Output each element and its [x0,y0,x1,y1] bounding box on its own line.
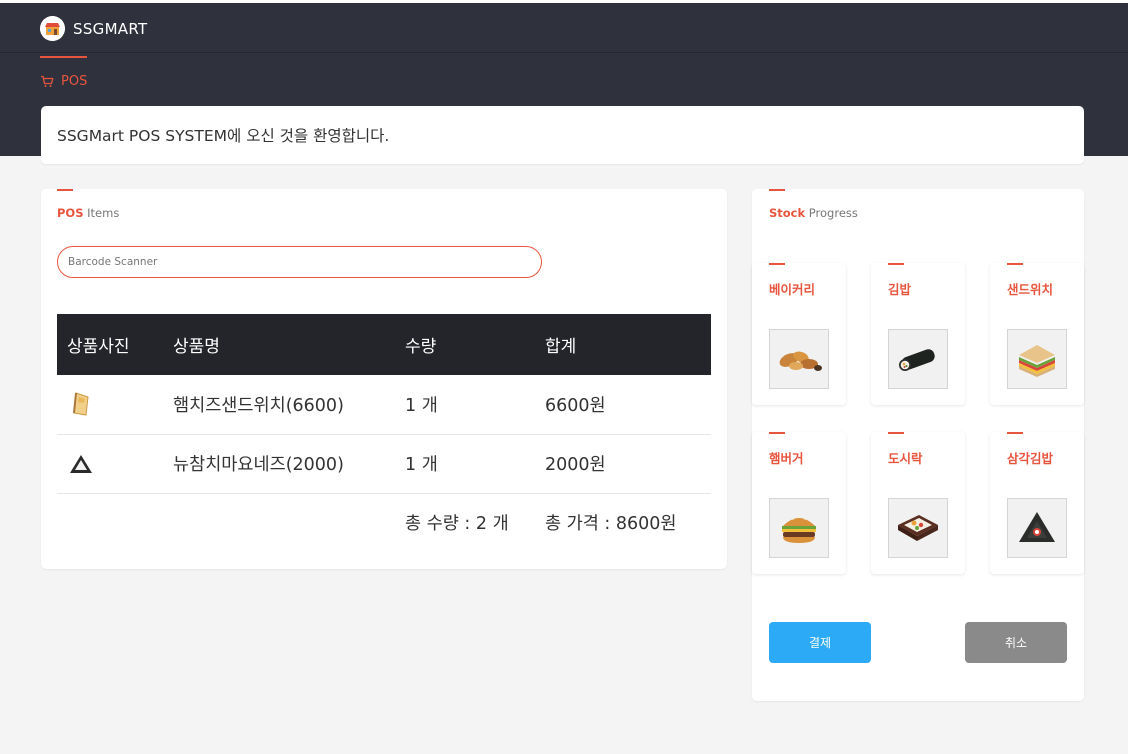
column-header-photo: 상품사진 [67,337,130,357]
cart-icon [40,75,54,88]
bakery-icon [769,329,829,389]
welcome-message: SSGMart POS SYSTEM에 오신 것을 환영합니다. [57,127,390,145]
table-row[interactable]: 햄치즈샌드위치(6600) 1 개 6600원 [57,375,711,435]
stock-title-bold: Stock [769,206,806,220]
stock-item-sandwich[interactable]: 샌드위치 [990,263,1084,405]
lunchbox-icon [888,498,948,558]
product-photo-cell [57,375,163,435]
kimbap-icon [888,329,948,389]
stock-progress-title: Stock Progress [769,206,858,220]
card-accent [769,189,785,191]
stock-item-bakery[interactable]: 베이커리 [752,263,846,405]
column-header-qty: 수량 [405,337,437,357]
sandwich-slice-icon [67,390,95,418]
tab-pos-label: POS [61,73,88,89]
tab-pos[interactable]: POS [40,56,88,104]
stock-progress-card: Stock Progress 베이커리 김밥 샌드위치 햄버거 도시락 삼각김밥… [752,189,1084,701]
pos-items-table: 상품사진 상품명 수량 합계 햄치즈샌드위치(6600) 1 개 6600원 뉴… [57,314,711,552]
welcome-banner: SSGMart POS SYSTEM에 오신 것을 환영합니다. [41,106,1084,164]
stock-item-label: 김밥 [888,282,912,297]
stock-item-hamburger[interactable]: 햄버거 [752,432,846,574]
pay-button[interactable]: 결제 [769,622,871,663]
pos-title-bold: POS [57,206,84,220]
pos-items-title: POS Items [57,206,119,220]
product-photo-cell [57,434,163,494]
product-name: 햄치즈샌드위치(6600) [163,375,395,435]
brand[interactable]: SSGMART [40,16,147,41]
stock-item-label: 베이커리 [769,282,816,297]
product-sum: 6600원 [535,375,711,435]
cancel-button[interactable]: 취소 [965,622,1067,663]
total-quantity: 총 수량 : 2 개 [405,514,509,535]
table-row[interactable]: 뉴참치마요네즈(2000) 1 개 2000원 [57,434,711,494]
sandwich-icon [1007,329,1067,389]
column-header-sum: 합계 [545,337,577,357]
total-price: 총 가격 : 8600원 [545,514,677,535]
barcode-scanner-input[interactable] [57,246,542,278]
pos-items-card: POS Items 상품사진 상품명 수량 합계 [41,189,727,569]
stock-title-rest: Progress [805,206,858,220]
brand-name: SSGMART [73,19,148,38]
stock-item-label: 햄버거 [769,451,804,466]
stock-item-label: 도시락 [888,451,923,466]
product-qty: 1 개 [395,434,535,494]
store-logo-icon [40,16,65,41]
stock-item-lunchbox[interactable]: 도시락 [871,432,965,574]
total-row: 총 수량 : 2 개 총 가격 : 8600원 [57,493,711,552]
stock-item-label: 삼각김밥 [1007,451,1054,466]
triangle-kimbap-icon [67,450,95,478]
pos-title-rest: Items [83,206,120,220]
hamburger-icon [769,498,829,558]
product-qty: 1 개 [395,375,535,435]
product-name: 뉴참치마요네즈(2000) [163,434,395,494]
table-header-row: 상품사진 상품명 수량 합계 [57,314,711,375]
card-accent [57,189,73,191]
column-header-name: 상품명 [173,337,220,357]
product-sum: 2000원 [535,434,711,494]
stock-item-kimbap[interactable]: 김밥 [871,263,965,405]
stock-item-triangle-kimbap[interactable]: 삼각김밥 [990,432,1084,574]
stock-item-label: 샌드위치 [1007,282,1054,297]
top-bar: SSGMART [0,0,1128,53]
triangle-kimbap-icon [1007,498,1067,558]
